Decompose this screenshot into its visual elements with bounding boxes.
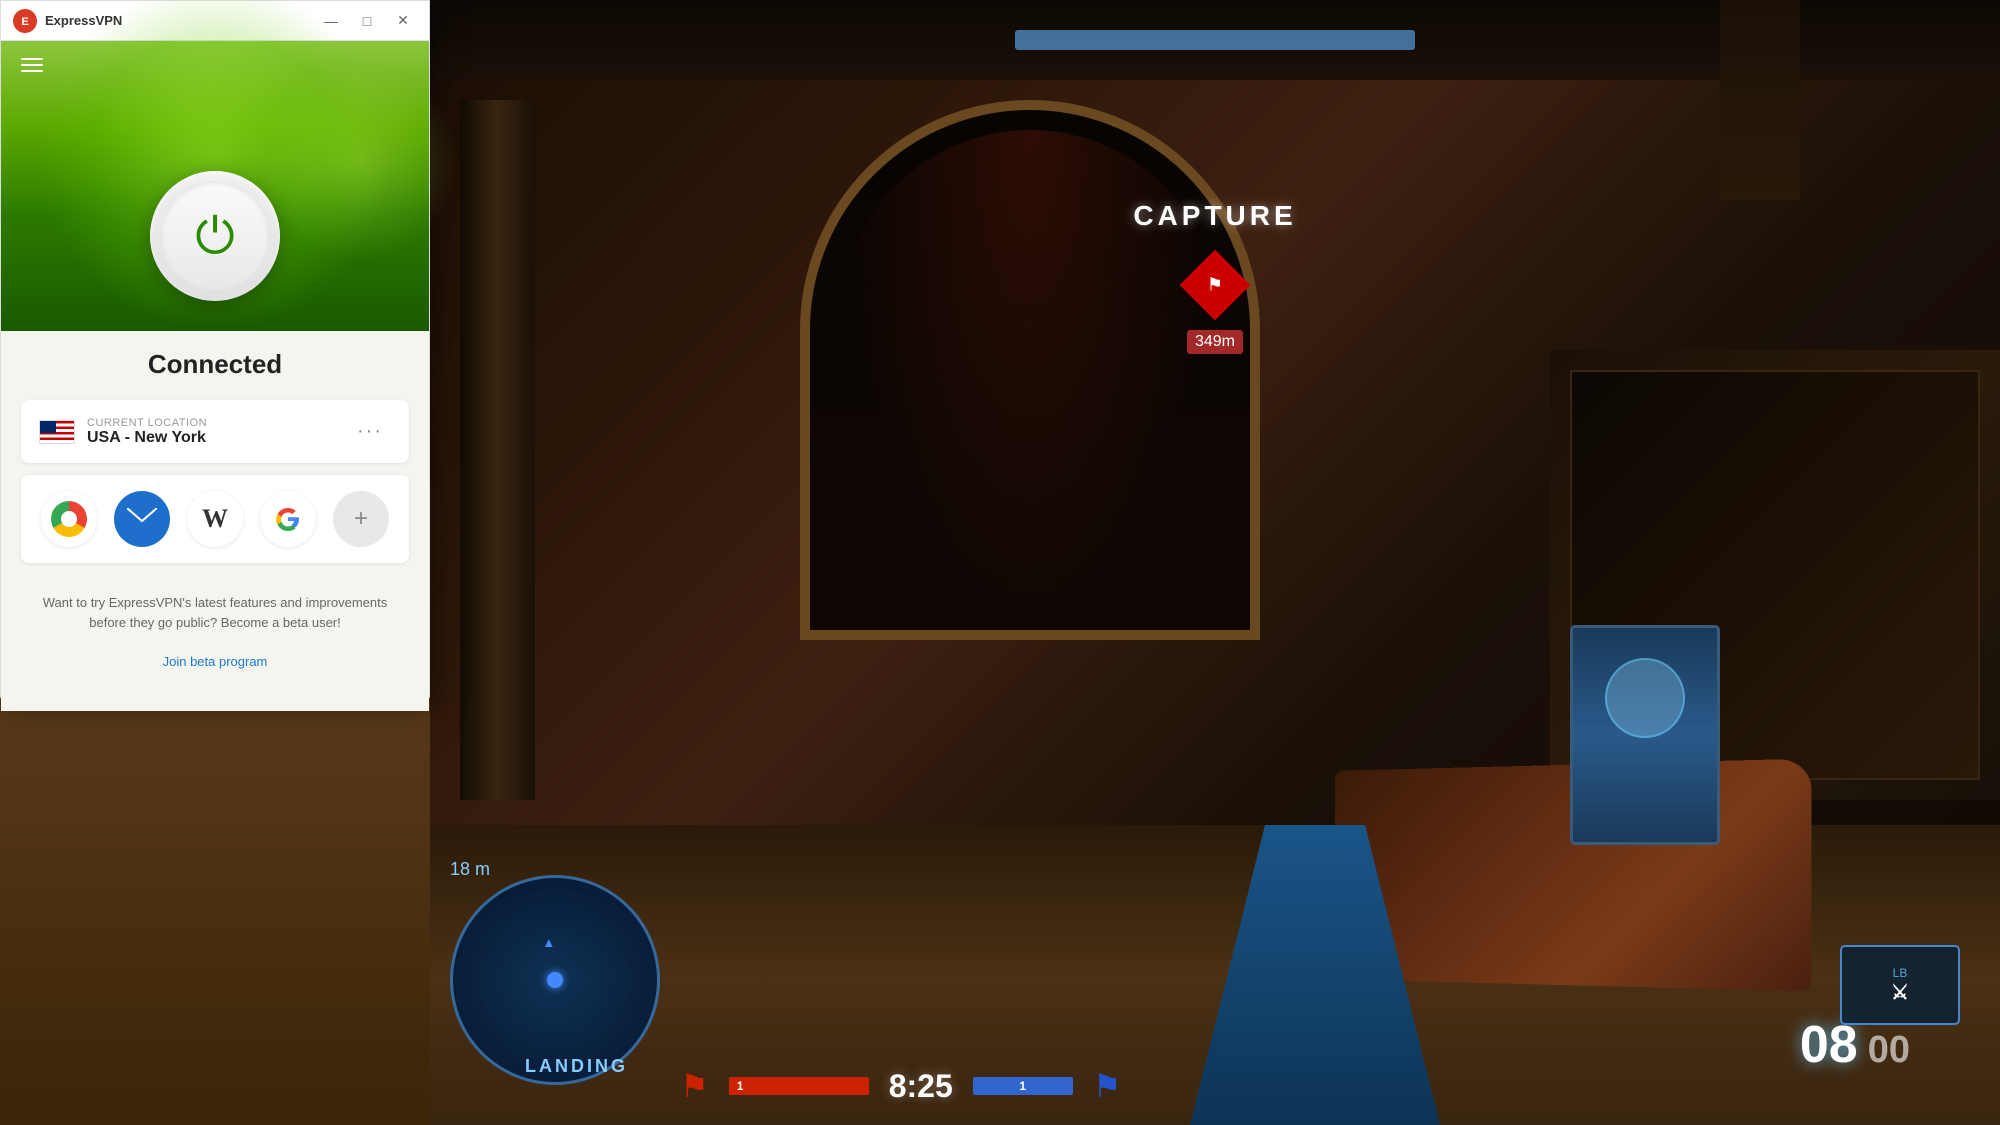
weapon-hud: LB ⚔ [1840, 945, 1960, 1025]
wikipedia-shortcut[interactable]: W [187, 491, 243, 547]
beta-section: Want to try ExpressVPN's latest features… [21, 563, 409, 691]
vpn-header: ⏻ [1, 41, 429, 331]
hamburger-line-1 [21, 58, 43, 60]
weapon-scope [1570, 625, 1720, 845]
flag-canton [40, 421, 56, 433]
location-label: Current Location [87, 417, 207, 429]
hamburger-icon [21, 58, 43, 72]
connection-status: Connected [21, 331, 409, 400]
distance-badge: 349m [1187, 330, 1243, 354]
power-button-container: ⏻ [150, 171, 280, 301]
header-bg-circle2 [259, 61, 459, 261]
vpn-body: Connected Current Location USA - New Yor… [1, 331, 429, 711]
flag-blue-icon: ⚑ [1093, 1067, 1122, 1105]
vpn-window: E ExpressVPN — □ ✕ ⏻ [0, 0, 430, 700]
power-button-inner: ⏻ [160, 181, 270, 291]
column-right-far [1720, 0, 1800, 200]
game-scene: CAPTURE ⚑ 349m 18 m LANDING ⚑ 1 8:25 1 ⚑ [430, 0, 2000, 1125]
wiki-letter: W [202, 504, 228, 534]
red-health-bar: 1 [729, 1077, 869, 1095]
add-icon-symbol: + [354, 507, 368, 531]
beta-text: Want to try ExpressVPN's latest features… [41, 593, 389, 632]
hud-bottom: ⚑ 1 8:25 1 ⚑ [680, 1067, 1121, 1105]
location-name: USA - New York [87, 429, 207, 447]
expressvpn-logo: E [13, 9, 37, 33]
arch-structure [780, 40, 1280, 690]
minimap [450, 875, 660, 1085]
beta-link[interactable]: Join beta program [163, 654, 268, 669]
blue-health-bar: 1 [973, 1077, 1073, 1095]
game-timer: 8:25 [889, 1068, 953, 1105]
minimap-location-label: LANDING [525, 1056, 628, 1077]
maximize-button[interactable]: □ [353, 7, 381, 35]
location-info-left: Current Location USA - New York [39, 417, 207, 447]
usa-flag [39, 420, 75, 444]
flag-red-icon: ⚑ [680, 1067, 709, 1105]
close-button[interactable]: ✕ [389, 7, 417, 35]
hud-health-bar [1015, 30, 1415, 50]
hamburger-line-3 [21, 70, 43, 72]
location-card[interactable]: Current Location USA - New York ··· [21, 400, 409, 463]
minimap-player-indicator [545, 939, 553, 947]
app-shortcuts: W + [21, 475, 409, 563]
hamburger-line-2 [21, 64, 43, 66]
location-details: Current Location USA - New York [87, 417, 207, 447]
google-shortcut[interactable] [260, 491, 316, 547]
weapon [1320, 695, 1920, 1045]
svg-text:E: E [21, 16, 28, 28]
power-button[interactable]: ⏻ [150, 171, 280, 301]
location-more-button[interactable]: ··· [349, 416, 391, 447]
hamburger-menu-button[interactable] [16, 53, 48, 77]
mail-shortcut[interactable] [114, 491, 170, 547]
capture-text: CAPTURE [1133, 200, 1296, 232]
minimap-distance: 18 m [450, 859, 490, 880]
chrome-shortcut[interactable] [41, 491, 97, 547]
power-icon: ⏻ [195, 211, 235, 261]
add-shortcut-button[interactable]: + [333, 491, 389, 547]
pillar-left [460, 100, 535, 800]
